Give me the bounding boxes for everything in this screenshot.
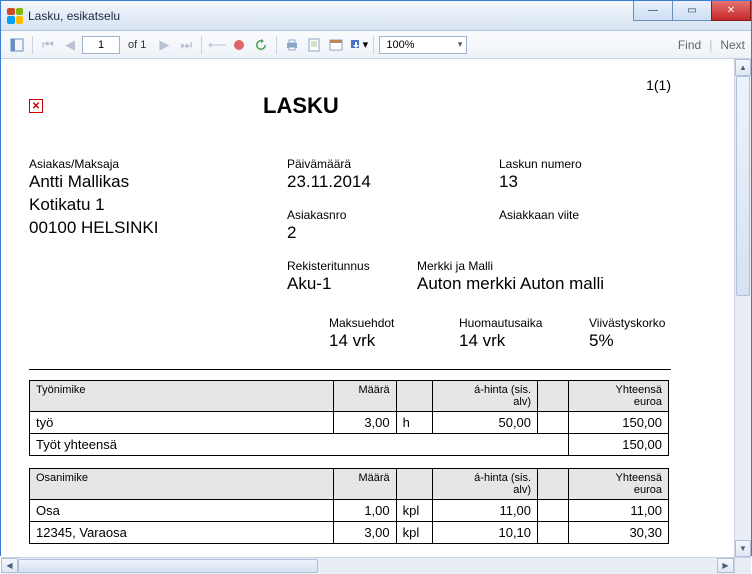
scroll-down-button[interactable]: ▼ <box>735 540 751 557</box>
cust-ref-label: Asiakkaan viite <box>499 208 671 222</box>
terms-value: 14 vrk <box>329 330 439 353</box>
scroll-right-button[interactable]: ▶ <box>717 558 734 573</box>
invoice-title: LASKU <box>263 93 339 119</box>
find-next-link[interactable]: Next <box>720 38 745 52</box>
invoice-no-value: 13 <box>499 171 671 194</box>
terms-label: Maksuehdot <box>329 316 439 330</box>
notice-label: Huomautusaika <box>459 316 569 330</box>
close-button[interactable]: ✕ <box>711 1 751 21</box>
back-button[interactable]: ⟵ <box>207 35 227 55</box>
hscroll-thumb[interactable] <box>18 559 318 573</box>
next-page-button[interactable]: ▶ <box>154 35 174 55</box>
table-row: Osa 1,00 kpl 11,00 11,00 <box>30 499 669 521</box>
scroll-up-button[interactable]: ▲ <box>735 59 751 76</box>
work-table: Työnimike Määrä á-hinta (sis. alv) Yhtee… <box>29 380 669 456</box>
find-separator: | <box>709 38 712 52</box>
prev-page-button[interactable]: ◀ <box>60 35 80 55</box>
th-work-unit <box>396 380 433 411</box>
page-of-label: of 1 <box>122 39 152 51</box>
notice-value: 14 vrk <box>459 330 569 353</box>
th-part-name: Osanimike <box>30 468 334 499</box>
vertical-scrollbar[interactable]: ▲ ▼ <box>734 59 751 557</box>
cust-no-value: 2 <box>287 222 459 245</box>
invoice-page: 1(1) ✕ LASKU Asiakas/Maksaja Antti Malli… <box>1 59 701 557</box>
th-part-price: á-hinta (sis. alv) <box>433 468 538 499</box>
interest-label: Viivästyskorko <box>589 316 699 330</box>
window-title: Lasku, esikatselu <box>28 9 120 23</box>
reg-label: Rekisteritunnus <box>287 259 397 273</box>
zoom-dropdown[interactable]: 100% <box>379 36 467 54</box>
th-part-qty: Määrä <box>333 468 396 499</box>
cust-no-label: Asiakasnro <box>287 208 459 222</box>
table-row: 12345, Varaosa 3,00 kpl 10,10 30,30 <box>30 521 669 543</box>
customer-section-label: Asiakas/Maksaja <box>29 157 259 171</box>
refresh-icon[interactable] <box>251 35 271 55</box>
table-footer-row: Työt yhteensä 150,00 <box>30 433 669 455</box>
th-work-total: Yhteensä euroa <box>569 380 669 411</box>
sidebar-toggle-icon[interactable] <box>7 35 27 55</box>
broken-image-icon: ✕ <box>29 99 43 113</box>
report-toolbar: ⏮ ◀ of 1 ▶ ⏭ ⟵ ▾ 100% Find | Next <box>1 31 751 59</box>
minimize-button[interactable]: — <box>633 1 673 21</box>
th-work-qty: Määrä <box>333 380 396 411</box>
th-part-total: Yhteensä euroa <box>569 468 669 499</box>
make-label: Merkki ja Malli <box>417 259 637 273</box>
th-work-price: á-hinta (sis. alv) <box>433 380 538 411</box>
page-number-input[interactable] <box>82 36 120 54</box>
document-viewport[interactable]: 1(1) ✕ LASKU Asiakas/Maksaja Antti Malli… <box>1 59 734 557</box>
print-layout-icon[interactable] <box>304 35 324 55</box>
table-row: työ 3,00 h 50,00 150,00 <box>30 411 669 433</box>
parts-table: Osanimike Määrä á-hinta (sis. alv) Yhtee… <box>29 468 669 544</box>
page-counter: 1(1) <box>29 77 671 93</box>
customer-postal: 00100 HELSINKI <box>29 217 259 240</box>
th-part-unit <box>396 468 433 499</box>
scroll-left-button[interactable]: ◀ <box>1 558 18 573</box>
reg-value: Aku-1 <box>287 273 397 296</box>
last-page-button[interactable]: ⏭ <box>176 35 196 55</box>
maximize-button[interactable]: ▭ <box>672 1 712 21</box>
titlebar: Lasku, esikatselu — ▭ ✕ <box>1 1 751 31</box>
stop-icon[interactable] <box>229 35 249 55</box>
print-icon[interactable] <box>282 35 302 55</box>
customer-name: Antti Mallikas <box>29 171 259 194</box>
horizontal-scrollbar[interactable]: ◀ ▶ <box>1 557 751 574</box>
divider <box>29 369 671 370</box>
date-label: Päivämäärä <box>287 157 459 171</box>
th-part-gap <box>538 468 569 499</box>
date-value: 23.11.2014 <box>287 171 459 194</box>
invoice-no-label: Laskun numero <box>499 157 671 171</box>
find-link[interactable]: Find <box>678 38 701 52</box>
customer-street: Kotikatu 1 <box>29 194 259 217</box>
export-icon[interactable]: ▾ <box>348 35 368 55</box>
first-page-button[interactable]: ⏮ <box>38 35 58 55</box>
zoom-value: 100% <box>386 39 414 51</box>
th-work-name: Työnimike <box>30 380 334 411</box>
scroll-corner <box>734 558 751 574</box>
scroll-thumb[interactable] <box>736 76 750 296</box>
make-value: Auton merkki Auton malli <box>417 273 637 296</box>
interest-value: 5% <box>589 330 699 353</box>
page-setup-icon[interactable] <box>326 35 346 55</box>
app-icon <box>7 8 23 24</box>
th-work-gap <box>538 380 569 411</box>
